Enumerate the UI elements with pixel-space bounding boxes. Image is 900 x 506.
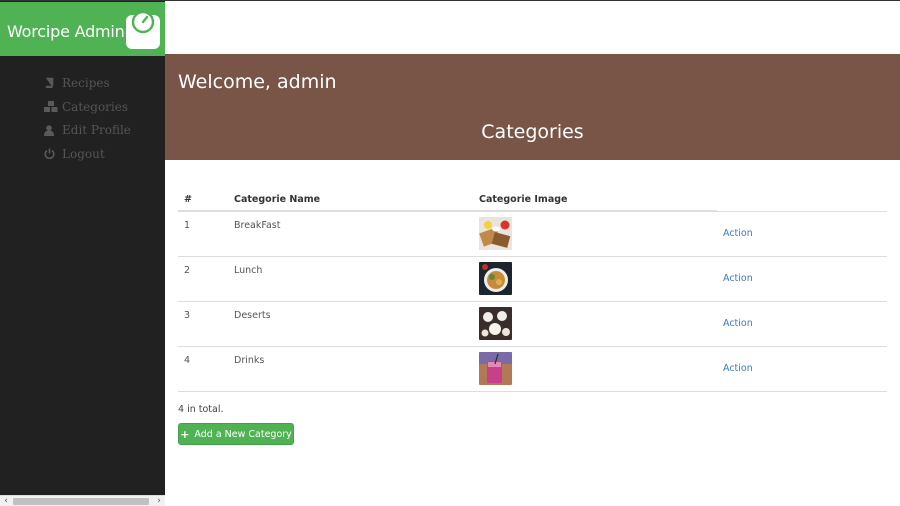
sidebar-item-label: Recipes [62,75,110,90]
brand-title: Worcipe Admin [7,22,125,41]
deserts-thumbnail [479,306,512,340]
table-row: 3 Deserts Action [178,301,887,347]
user-icon [44,124,60,136]
action-link[interactable]: Action [723,228,753,239]
row-number: 4 [178,346,228,392]
category-name: Lunch [228,256,473,302]
sidebar-item-logout[interactable]: Logout [44,142,131,166]
action-link[interactable]: Action [723,318,753,329]
scrollbar-thumb[interactable] [13,498,149,505]
table-row: 2 Lunch Action [178,256,887,302]
column-header-number: # [178,188,228,212]
action-link[interactable]: Action [723,363,753,374]
lunch-thumbnail [479,261,512,295]
row-number: 2 [178,256,228,302]
category-name: Deserts [228,301,473,347]
drinks-thumbnail [479,351,512,385]
sidebar-item-edit-profile[interactable]: Edit Profile [44,118,131,142]
categories-table-container: # Categorie Name Categorie Image 1 Break… [178,188,887,392]
table-row: 1 BreakFast Action [178,211,887,257]
sidebar-item-recipes[interactable]: Recipes [44,71,131,95]
sidebar-item-label: Edit Profile [62,123,131,138]
column-header-action [717,188,887,212]
sidebar: Worcipe Admin Recipes Categories Edit Pr… [0,0,165,506]
action-link[interactable]: Action [723,273,753,284]
power-icon [44,148,60,160]
row-number: 3 [178,301,228,347]
page-title: Categories [481,121,584,143]
total-count: 4 in total. [178,404,224,415]
top-navbar [165,0,900,54]
sidebar-horizontal-scrollbar[interactable]: ‹ › [0,495,165,506]
table-row: 4 Drinks Action [178,346,887,392]
scroll-left-icon[interactable]: ‹ [0,496,12,506]
column-header-name: Categorie Name [228,188,473,212]
plus-icon: + [180,427,190,441]
sidebar-item-label: Logout [62,146,105,161]
welcome-text: Welcome, admin [178,71,337,93]
categories-table: # Categorie Name Categorie Image 1 Break… [178,188,887,392]
scale-icon [126,10,160,49]
add-category-label: Add a New Category [194,428,292,440]
cubes-icon [44,101,60,113]
category-name: Drinks [228,346,473,392]
category-name: BreakFast [228,211,473,257]
book-icon [44,77,60,89]
table-header-row: # Categorie Name Categorie Image [178,188,887,212]
column-header-image: Categorie Image [473,188,717,212]
sidebar-item-label: Categories [62,99,128,114]
sidebar-item-categories[interactable]: Categories [44,95,131,119]
brand-header[interactable]: Worcipe Admin [0,2,165,56]
row-number: 1 [178,211,228,257]
sidebar-nav: Recipes Categories Edit Profile Logout [44,71,131,166]
breakfast-thumbnail [479,217,512,250]
add-category-button[interactable]: + Add a New Category [178,423,294,445]
page-header: Welcome, admin Categories [165,54,900,160]
scroll-right-icon[interactable]: › [153,496,165,506]
